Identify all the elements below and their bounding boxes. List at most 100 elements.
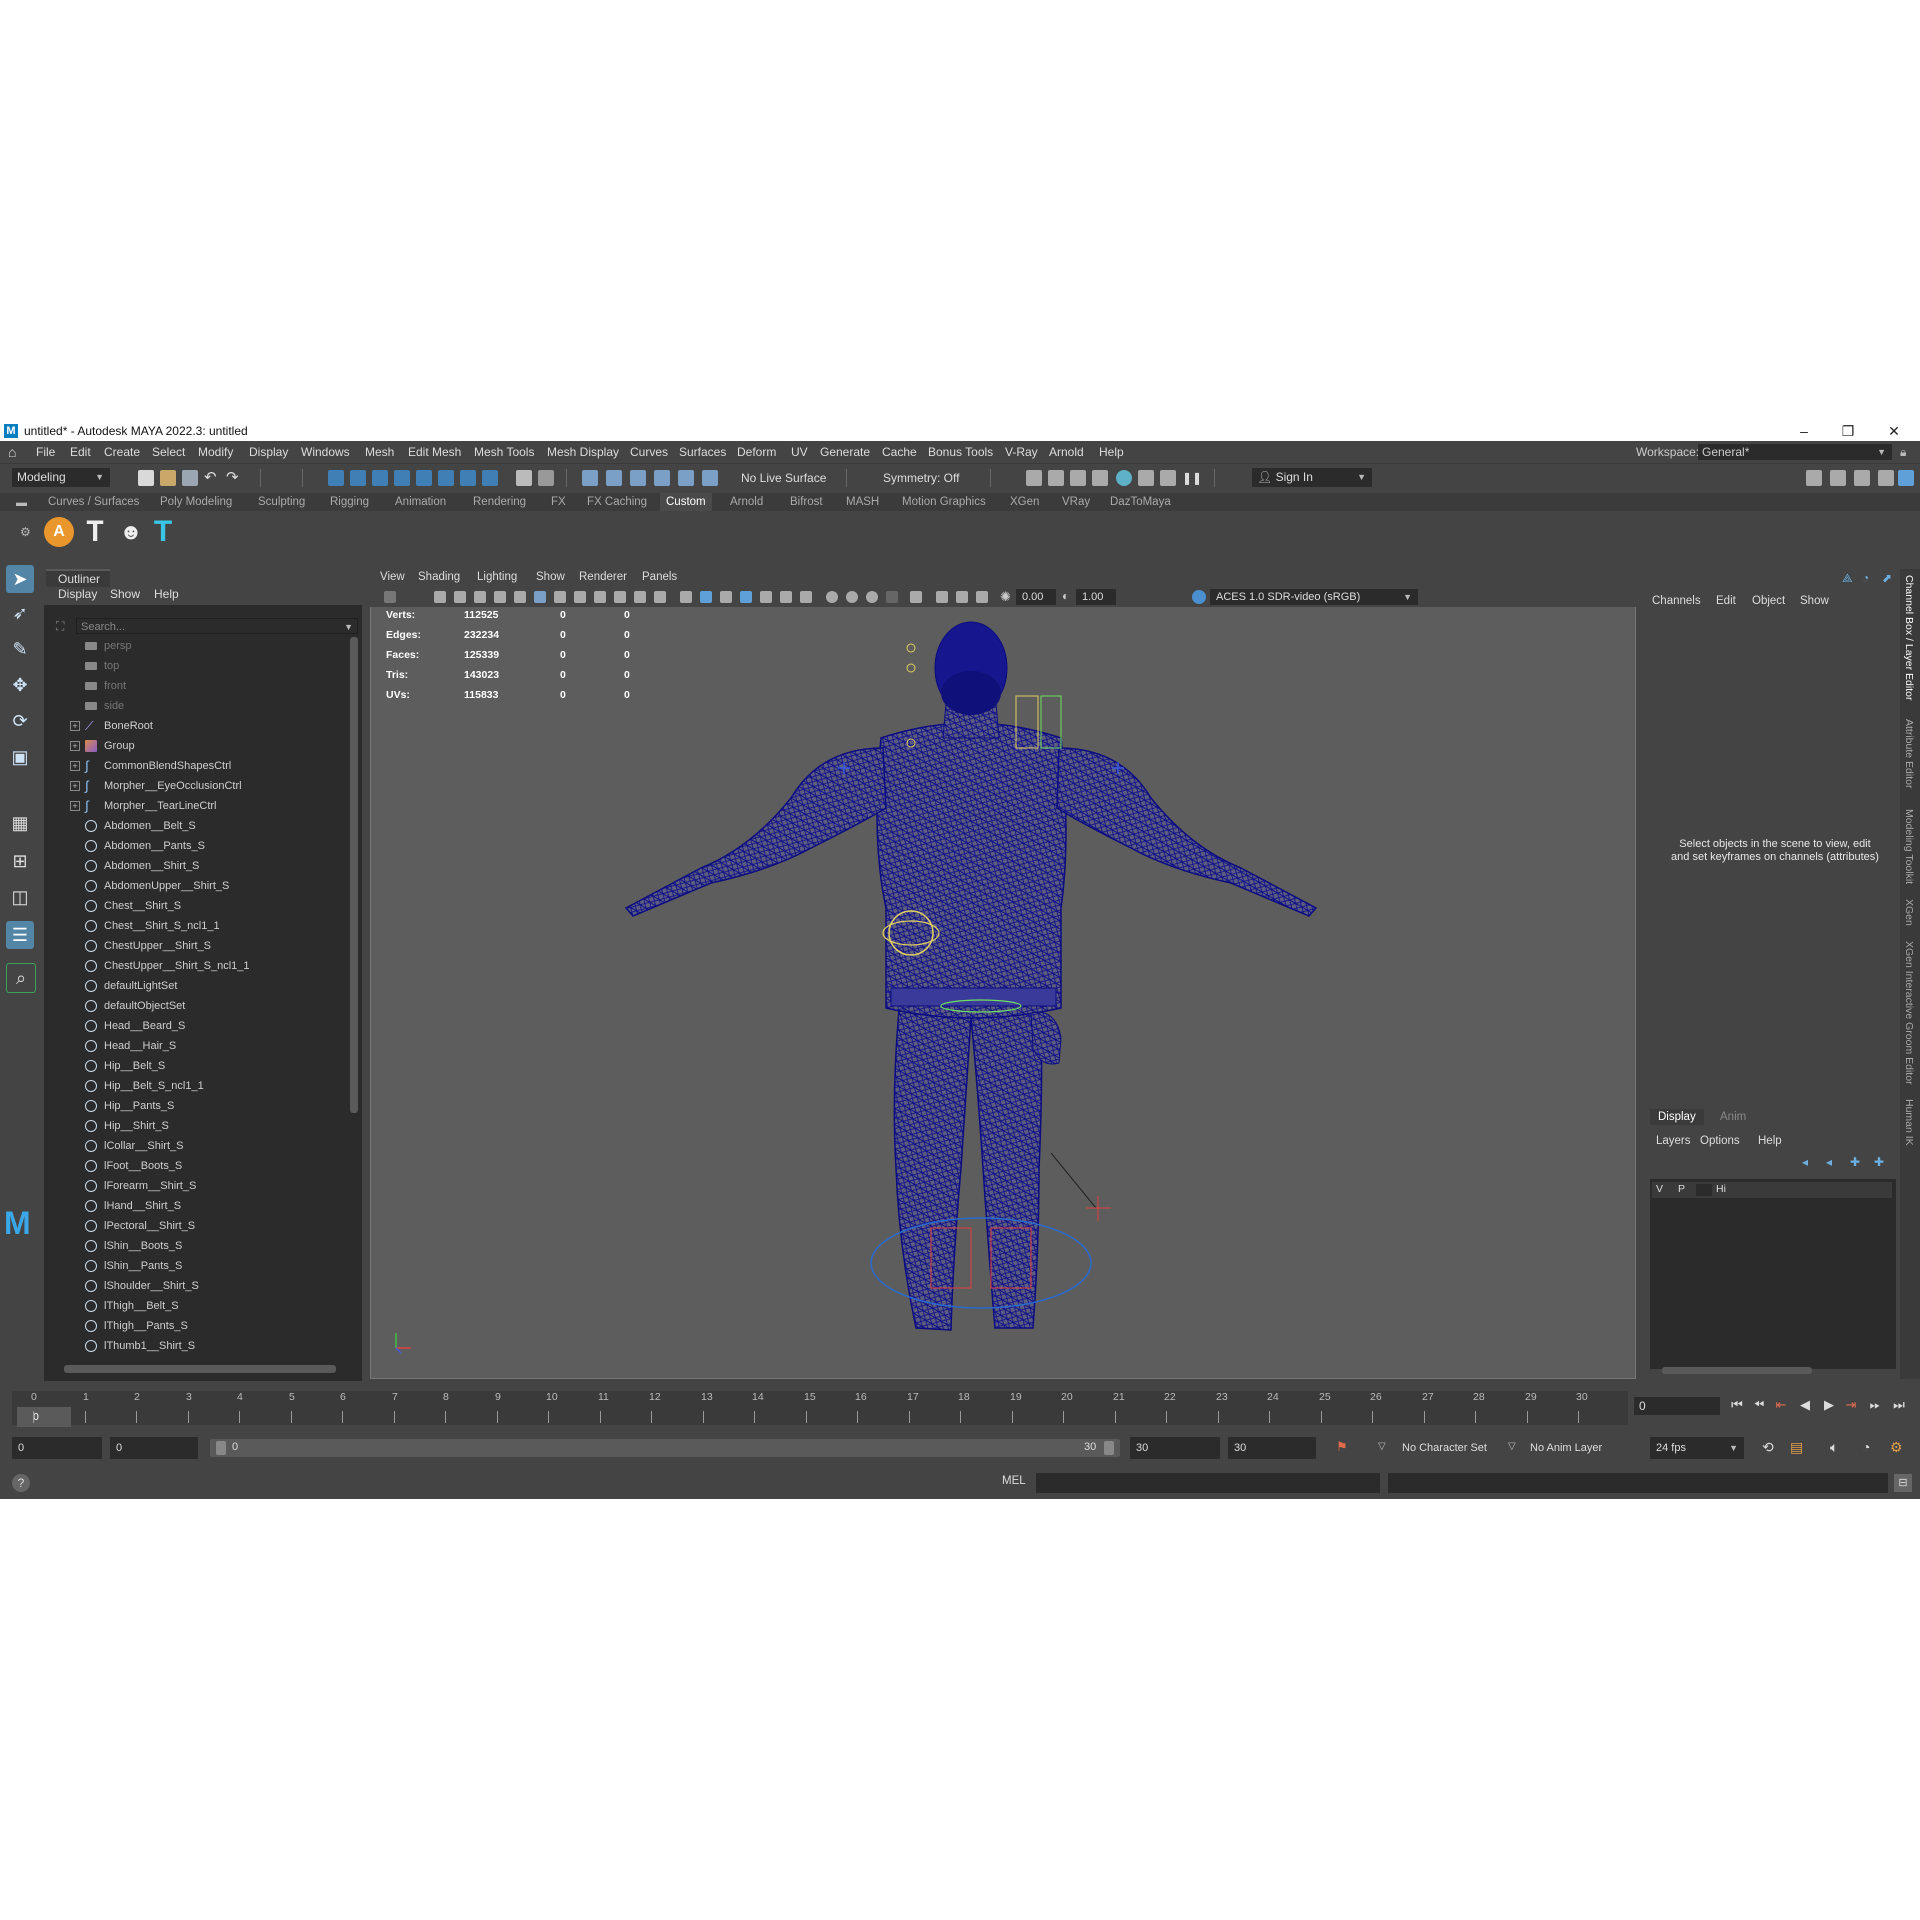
exposure-field[interactable]: 0.00 (1016, 589, 1056, 605)
layer-help-menu[interactable]: Help (1758, 1135, 1782, 1147)
outliner-item[interactable]: lShin__Boots_S (44, 1236, 344, 1256)
outliner-item[interactable]: + Group (44, 736, 344, 756)
symmetry-dropdown[interactable]: Symmetry: Off (878, 469, 978, 488)
camera-attributes-icon[interactable] (434, 591, 446, 603)
figure-tpose-icon[interactable]: 𝐓 (80, 517, 110, 547)
menu-modify[interactable]: Modify (198, 445, 233, 459)
select-vertex-icon[interactable] (394, 470, 410, 486)
side-tab-xgen[interactable]: XGen (1903, 899, 1915, 926)
lock-icon[interactable]: 🔒︎ (1900, 445, 1906, 460)
attribute-editor-icon[interactable] (1854, 470, 1870, 486)
tool-settings-icon[interactable] (1878, 470, 1894, 486)
menu-surfaces[interactable]: Surfaces (679, 445, 726, 459)
shelf-settings-icon[interactable]: ⚙ (20, 525, 31, 539)
outliner-item[interactable]: + ∫ Morpher__EyeOcclusionCtrl (44, 776, 344, 796)
screen-space-ao-icon[interactable] (826, 591, 838, 603)
shelf-tab-motion-graphics[interactable]: Motion Graphics (896, 493, 992, 511)
layer-tab-display[interactable]: Display (1650, 1109, 1704, 1125)
use-all-lights-icon[interactable] (780, 591, 792, 603)
playback-start-field[interactable]: 0 (110, 1437, 198, 1459)
move-layer-up-icon[interactable]: ◂ (1802, 1155, 1808, 1169)
menu-mesh-tools[interactable]: Mesh Tools (474, 445, 534, 459)
shelf-tab-xgen[interactable]: XGen (1004, 493, 1045, 511)
expand-icon[interactable]: + (70, 801, 80, 811)
minimize-button[interactable]: – (1784, 422, 1824, 440)
single-perspective-layout-icon[interactable]: ▦ (6, 809, 34, 837)
outliner-item[interactable]: front (44, 676, 344, 696)
select-by-hierarchy-icon[interactable] (328, 470, 344, 486)
outliner-layout-icon[interactable]: ☰ (6, 921, 34, 949)
redo-icon[interactable]: ↷ (226, 470, 242, 486)
vray-render-icon[interactable] (1138, 470, 1154, 486)
menu-bonus-tools[interactable]: Bonus Tools (928, 445, 993, 459)
pause-icon[interactable]: ❚❚ (1182, 470, 1202, 486)
step-forward-frame-icon[interactable]: ⇥ (1842, 1396, 1860, 1414)
select-camera-icon[interactable] (384, 591, 396, 603)
color-management-icon[interactable] (1192, 590, 1206, 604)
shelf-tab-bifrost[interactable]: Bifrost (784, 493, 829, 511)
undo-icon[interactable]: ↶ (204, 470, 220, 486)
layers-menu[interactable]: Layers (1656, 1135, 1691, 1147)
gamma-field[interactable]: 1.00 (1076, 589, 1116, 605)
play-forwards-icon[interactable]: ▶ (1820, 1396, 1838, 1414)
character-wireframe[interactable] (624, 621, 1318, 1331)
side-tab-channel-box[interactable]: Channel Box / Layer Editor (1903, 575, 1915, 701)
range-slider-bar[interactable]: 0 30 (210, 1439, 1120, 1457)
play-backwards-icon[interactable]: ◀ (1796, 1396, 1814, 1414)
step-back-frame-icon[interactable]: ⇤ (1772, 1396, 1790, 1414)
layer-options-menu[interactable]: Options (1700, 1135, 1740, 1147)
shelf-tab-fx-caching[interactable]: FX Caching (581, 493, 653, 511)
side-tab-modeling-toolkit[interactable]: Modeling Toolkit (1903, 809, 1915, 884)
outliner-horizontal-scrollbar[interactable] (64, 1365, 336, 1373)
layer-row[interactable]: V P Hi (1652, 1182, 1892, 1198)
arnold-icon[interactable]: A (44, 517, 74, 547)
auto-key-icon[interactable]: ⚑ (1336, 1439, 1348, 1455)
select-by-object-icon[interactable] (350, 470, 366, 486)
shelf-tab-mash[interactable]: MASH (840, 493, 885, 511)
snap-point-icon[interactable] (630, 470, 646, 486)
shelf-tab-curves-surfaces[interactable]: Curves / Surfaces (42, 493, 145, 511)
four-view-layout-icon[interactable]: ⊞ (6, 847, 34, 875)
live-surface-field[interactable]: No Live Surface (736, 469, 836, 488)
outliner-item[interactable]: + ∫ Morpher__TearLineCtrl (44, 796, 344, 816)
shelf-tab-vray[interactable]: VRay (1056, 493, 1096, 511)
film-strip-icon[interactable]: ▤ (1790, 1439, 1803, 1456)
xray-active-components-icon[interactable] (976, 591, 988, 603)
current-frame-field[interactable]: 0 (1634, 1397, 1720, 1415)
animation-start-field[interactable]: 0 (12, 1437, 102, 1459)
outliner-vertical-scrollbar[interactable] (350, 637, 358, 1113)
sound-icon[interactable]: 🔈︎ (1830, 1439, 1838, 1456)
menu-edit[interactable]: Edit (70, 445, 91, 459)
layer-tab-anim[interactable]: Anim (1712, 1109, 1754, 1125)
channel-object-menu[interactable]: Object (1752, 595, 1785, 607)
mode-selector[interactable]: Modeling ▼ (12, 468, 110, 487)
field-chart-icon[interactable] (614, 591, 626, 603)
tpose-figure-cyan-icon[interactable]: T (148, 517, 178, 547)
range-end-handle[interactable] (1104, 1441, 1114, 1455)
outliner-filter-icon[interactable]: ⛶ (56, 619, 64, 634)
vray-ipr-icon[interactable] (1160, 470, 1176, 486)
layer-visibility-toggle[interactable]: V (1656, 1183, 1663, 1195)
film-gate-icon[interactable] (554, 591, 566, 603)
character-set-dropdown[interactable]: No Character Set (1396, 1437, 1508, 1459)
close-button[interactable]: ✕ (1874, 422, 1914, 440)
viewport-menu-show[interactable]: Show (536, 571, 565, 583)
outliner-item[interactable]: ChestUpper__Shirt_S_ncl1_1 (44, 956, 344, 976)
outliner-item[interactable]: Abdomen__Shirt_S (44, 856, 344, 876)
outliner-item[interactable]: lPectoral__Shirt_S (44, 1216, 344, 1236)
snap-grid-icon[interactable] (582, 470, 598, 486)
outliner-item[interactable]: lThigh__Pants_S (44, 1316, 344, 1336)
viewport-menu-shading[interactable]: Shading (418, 571, 460, 583)
outliner-item[interactable]: Head__Beard_S (44, 1016, 344, 1036)
depth-of-field-icon[interactable] (886, 591, 898, 603)
range-start-handle[interactable] (216, 1441, 226, 1455)
outliner-item[interactable]: lThigh__Belt_S (44, 1296, 344, 1316)
outliner-item[interactable]: side (44, 696, 344, 716)
anim-layer-chevron-icon[interactable]: ▽ (1508, 1441, 1516, 1452)
outliner-item[interactable]: Hip__Belt_S_ncl1_1 (44, 1076, 344, 1096)
default-material-icon[interactable] (720, 591, 732, 603)
layer-playback-toggle[interactable]: P (1678, 1183, 1685, 1195)
shelf-tab-sculpting[interactable]: Sculpting (252, 493, 311, 511)
paint-select-tool-icon[interactable]: ✎ (6, 635, 34, 663)
outliner-item[interactable]: ChestUpper__Shirt_S (44, 936, 344, 956)
